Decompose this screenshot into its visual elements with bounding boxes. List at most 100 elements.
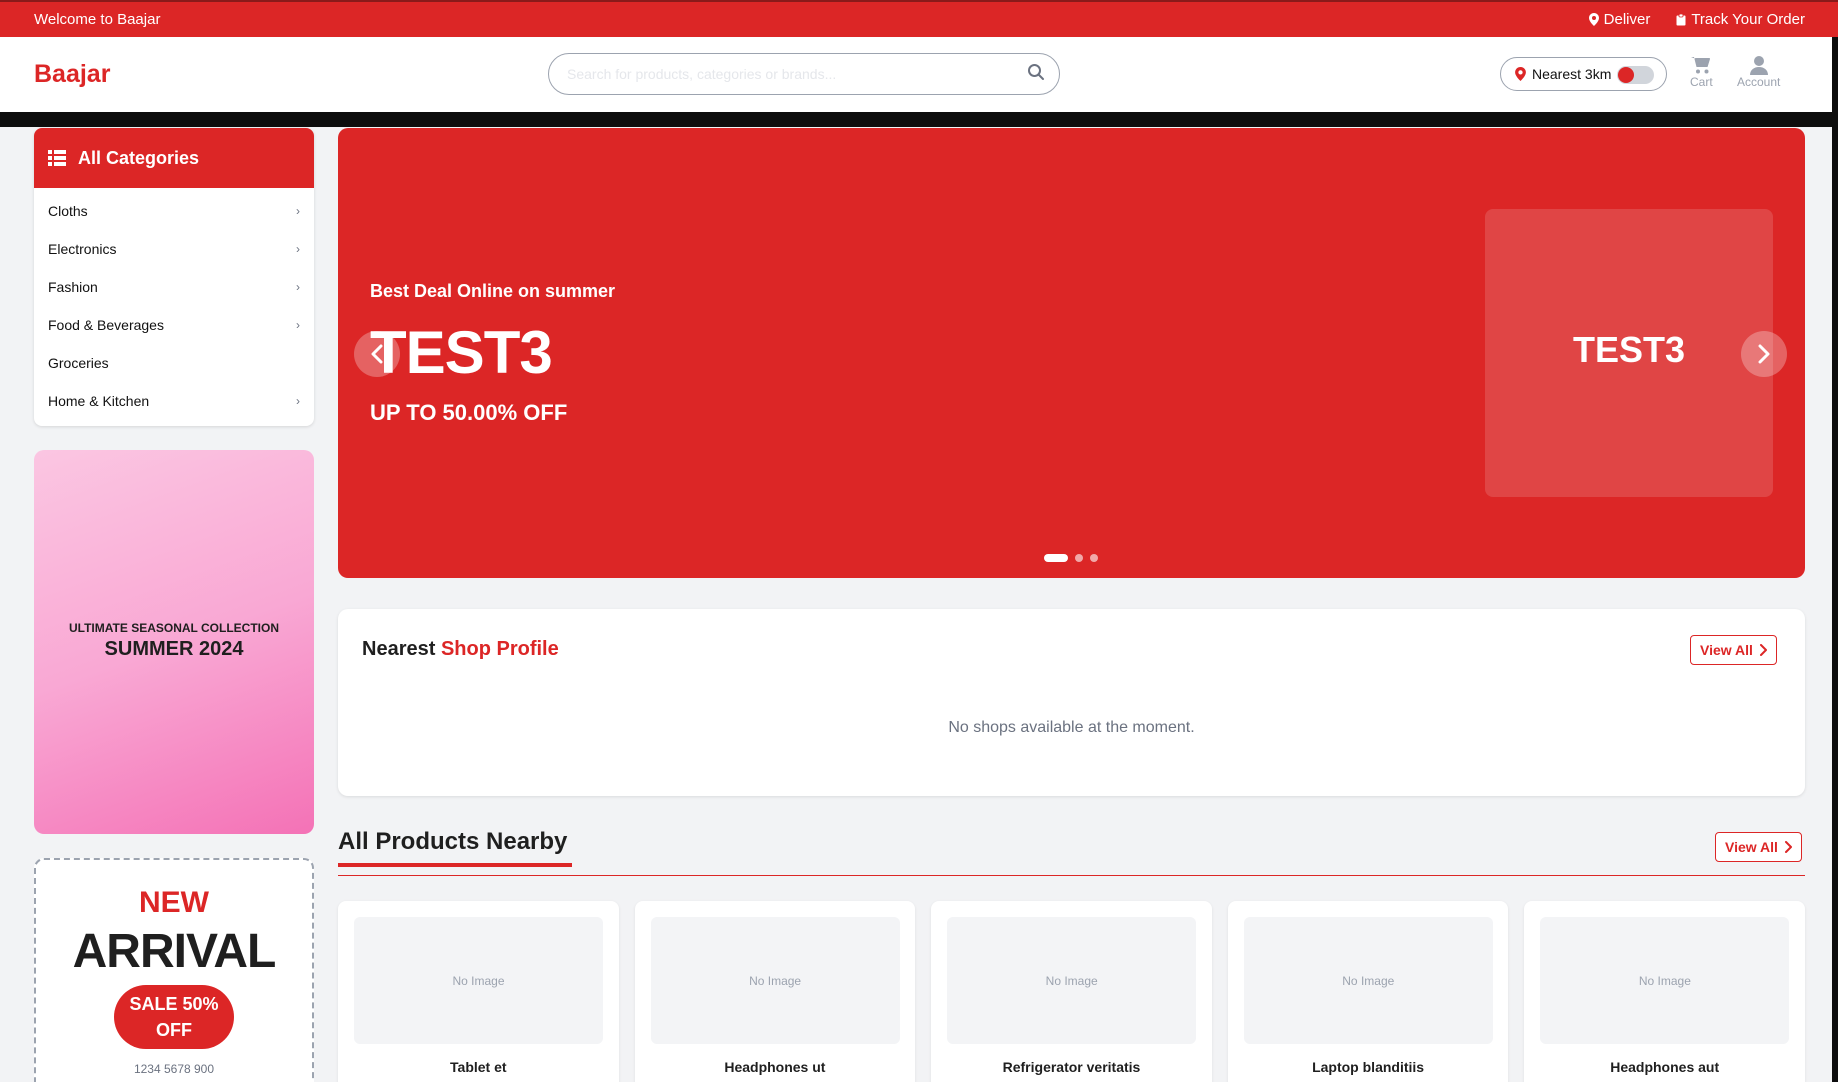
title-underline <box>338 863 572 867</box>
header: Baajar Nearest 3km Cart Account <box>0 37 1838 112</box>
cart-icon <box>1691 57 1711 74</box>
nearest-shop-section: Nearest Shop Profile View All No shops a… <box>338 609 1805 796</box>
promo-phone: 1234 5678 900 <box>133 1062 215 1076</box>
carousel-dot[interactable] <box>1075 554 1083 562</box>
hero-image-panel: TEST3 <box>1485 209 1773 497</box>
category-list: Cloths › Electronics › Fashion › Food & Bev… <box>34 188 314 420</box>
nearest-filter[interactable]: Nearest 3km <box>1500 57 1667 91</box>
categories-header[interactable]: All Categories <box>34 128 314 188</box>
nearest-label: Nearest 3km <box>1532 66 1612 82</box>
section-title-accent: Shop Profile <box>440 638 559 660</box>
location-pin-icon <box>1588 13 1599 26</box>
chevron-right-icon: › <box>296 280 300 294</box>
product-image-placeholder: No Image <box>1243 917 1493 1044</box>
topbar-links: Deliver Track Your Order <box>1588 11 1805 28</box>
search-bar <box>548 53 1060 95</box>
sale-badge[interactable]: SALE 50% OFF <box>114 985 234 1049</box>
category-item[interactable]: Groceries <box>34 344 314 382</box>
product-name: Refrigerator veritatis <box>1002 1059 1141 1075</box>
clipboard-icon <box>1676 13 1686 25</box>
location-pin-icon <box>1515 67 1526 81</box>
new-arrival-promo[interactable]: NEW ARRIVAL SALE 50% OFF 1234 5678 900 <box>34 858 314 1082</box>
empty-state-message: No shops available at the moment. <box>948 719 1195 736</box>
hero-offer: UP TO 50.00% OFF <box>370 400 568 425</box>
list-icon <box>48 150 66 166</box>
product-name: Headphones ut <box>724 1059 826 1075</box>
account-label: Account <box>1737 75 1781 89</box>
product-name: Headphones aut <box>1610 1059 1720 1075</box>
category-label: Cloths <box>48 203 88 219</box>
carousel-dot[interactable] <box>1090 554 1098 562</box>
product-card[interactable]: No Image Refrigerator veritatis <box>931 901 1212 1082</box>
arrival-title: ARRIVAL <box>72 925 277 978</box>
category-item[interactable]: Fashion › <box>34 268 314 306</box>
promo-title: SUMMER 2024 <box>104 638 244 660</box>
category-item[interactable]: Food & Beverages › <box>34 306 314 344</box>
view-all-label: View All <box>1725 839 1778 855</box>
nearest-toggle[interactable] <box>1617 66 1654 84</box>
top-bar: Welcome to Baajar Deliver Track Your Ord… <box>0 0 1838 37</box>
chevron-right-icon: › <box>296 318 300 332</box>
cart-button[interactable]: Cart <box>1690 55 1713 89</box>
user-icon <box>1749 56 1768 75</box>
chevron-right-icon: › <box>296 204 300 218</box>
search-input[interactable] <box>567 64 1007 84</box>
product-image-placeholder: No Image <box>947 917 1197 1044</box>
product-image-placeholder: No Image <box>354 917 603 1044</box>
category-label: Fashion <box>48 279 98 295</box>
products-section-title: All Products Nearby <box>338 828 568 855</box>
product-name: Laptop blanditiis <box>1312 1059 1425 1075</box>
view-all-label: View All <box>1700 642 1753 658</box>
category-label: Groceries <box>48 355 109 371</box>
hero-carousel: Best Deal Online on summer TEST3 UP TO 5… <box>338 128 1805 578</box>
categories-title: All Categories <box>78 147 200 168</box>
product-image-placeholder: No Image <box>1540 917 1790 1044</box>
toggle-knob <box>1618 67 1634 83</box>
deliver-link[interactable]: Deliver <box>1588 11 1651 28</box>
product-card[interactable]: No Image Headphones aut <box>1524 901 1805 1082</box>
summer-promo-banner[interactable]: ULTIMATE SEASONAL COLLECTION SUMMER 2024 <box>34 450 314 834</box>
product-card[interactable]: No Image Headphones ut <box>634 901 916 1082</box>
section-divider <box>338 875 1805 876</box>
deliver-label: Deliver <box>1603 11 1651 28</box>
site-logo[interactable]: Baajar <box>34 60 110 89</box>
carousel-prev-button[interactable] <box>354 331 400 377</box>
section-title-plain: Nearest <box>362 638 436 660</box>
account-button[interactable]: Account <box>1737 55 1780 89</box>
carousel-dots <box>1044 554 1098 562</box>
header-divider <box>0 112 1838 127</box>
window-edge <box>1832 37 1838 1082</box>
track-order-link[interactable]: Track Your Order <box>1676 11 1805 28</box>
carousel-next-button[interactable] <box>1741 331 1787 377</box>
category-item[interactable]: Electronics › <box>34 230 314 268</box>
hero-subtitle: Best Deal Online on summer <box>370 281 616 301</box>
carousel-dot[interactable] <box>1044 554 1068 562</box>
product-card[interactable]: No Image Tablet et <box>338 901 619 1082</box>
section-title: Nearest Shop Profile <box>362 638 559 661</box>
chevron-left-icon <box>371 344 383 364</box>
arrival-new-label: NEW <box>139 886 209 919</box>
view-all-shops-button[interactable]: View All <box>1690 635 1777 665</box>
cart-label: Cart <box>1690 75 1713 89</box>
search-icon[interactable] <box>1027 63 1045 86</box>
category-item[interactable]: Home & Kitchen › <box>34 382 314 420</box>
chevron-right-icon <box>1758 344 1770 364</box>
category-label: Food & Beverages <box>48 317 164 333</box>
category-label: Electronics <box>48 241 117 257</box>
track-order-label: Track Your Order <box>1691 11 1805 28</box>
category-label: Home & Kitchen <box>48 393 150 409</box>
view-all-products-button[interactable]: View All <box>1715 832 1802 862</box>
chevron-right-icon: › <box>296 242 300 256</box>
product-grid: No Image Tablet et No Image Headphones u… <box>338 901 1805 1082</box>
chevron-right-icon <box>1784 841 1792 853</box>
chevron-right-icon <box>1759 644 1767 656</box>
hero-panel-text: TEST3 <box>1572 329 1686 370</box>
product-name: Tablet et <box>450 1059 507 1075</box>
categories-panel: All Categories Cloths › Electronics › Fash… <box>34 128 314 426</box>
product-card[interactable]: No Image Laptop blanditiis <box>1227 901 1509 1082</box>
promo-subtitle: ULTIMATE SEASONAL COLLECTION <box>69 621 279 635</box>
category-item[interactable]: Cloths › <box>34 192 314 230</box>
chevron-right-icon: › <box>296 394 300 408</box>
product-image-placeholder: No Image <box>650 917 900 1044</box>
welcome-text: Welcome to Baajar <box>34 11 161 28</box>
